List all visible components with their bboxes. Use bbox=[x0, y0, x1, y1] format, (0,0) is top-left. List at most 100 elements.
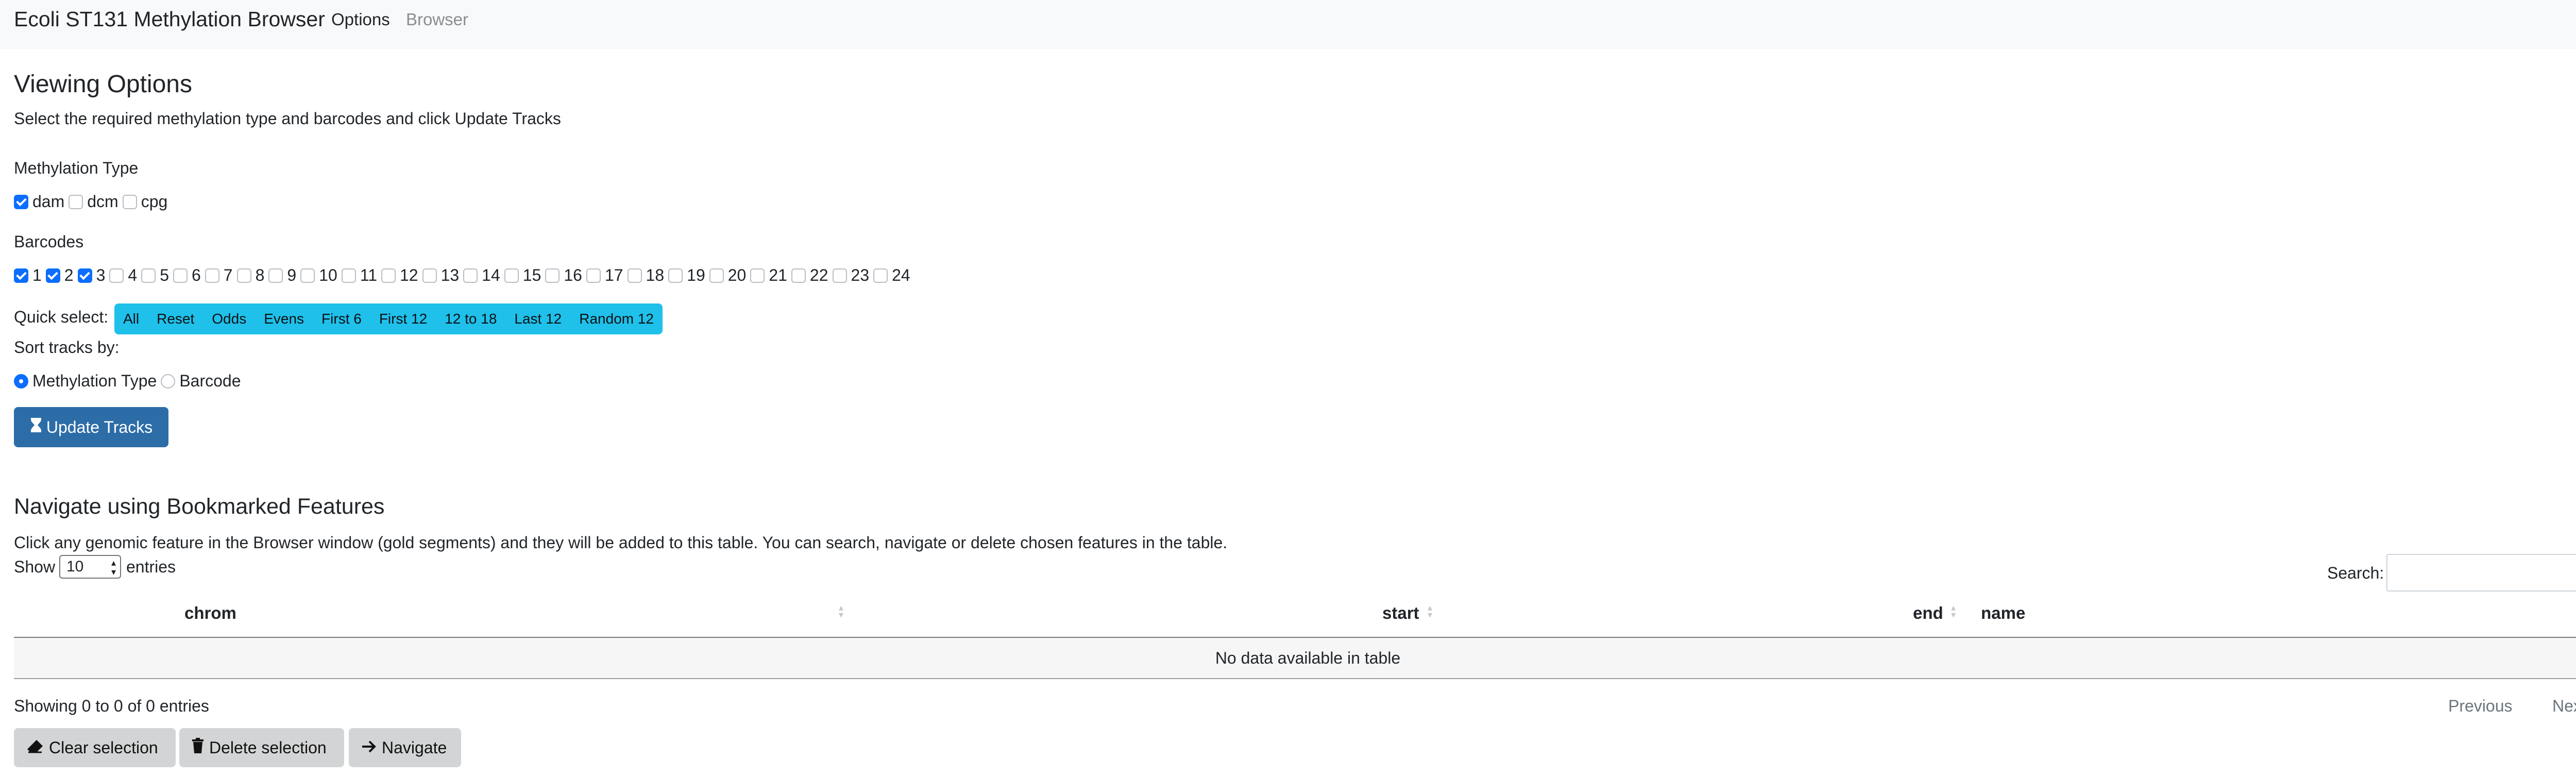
quick-select-first-6-button[interactable]: First 6 bbox=[313, 303, 370, 334]
previous-page-button[interactable]: Previous bbox=[2448, 697, 2513, 716]
viewing-options-title: Viewing Options bbox=[14, 71, 192, 98]
barcode-checkbox-18[interactable] bbox=[627, 268, 642, 283]
barcode-checkbox-7[interactable] bbox=[205, 268, 219, 283]
barcode-checkbox-11[interactable] bbox=[341, 268, 356, 283]
table-info: Showing 0 to 0 of 0 entries bbox=[14, 697, 209, 715]
entries-label: entries bbox=[126, 558, 176, 576]
barcode-checkbox-24[interactable] bbox=[873, 268, 888, 283]
update-tracks-label: Update Tracks bbox=[46, 417, 153, 436]
quick-select-random-12-button[interactable]: Random 12 bbox=[570, 303, 663, 334]
quick-select-evens-button[interactable]: Evens bbox=[255, 303, 313, 334]
barcode-checkbox-3[interactable] bbox=[77, 268, 92, 283]
search-input[interactable] bbox=[2386, 554, 2576, 592]
barcode-label-6: 6 bbox=[191, 266, 201, 284]
barcode-label-24: 24 bbox=[892, 266, 910, 284]
nav-link-options[interactable]: Options bbox=[331, 10, 390, 29]
quick-select-all-button[interactable]: All bbox=[114, 303, 148, 334]
barcode-checkbox-19[interactable] bbox=[668, 268, 683, 283]
quick-select-reset-button[interactable]: Reset bbox=[148, 303, 203, 334]
barcode-label-20: 20 bbox=[727, 266, 747, 284]
barcode-label-19: 19 bbox=[687, 266, 705, 284]
barcode-label-15: 15 bbox=[522, 266, 541, 284]
sort-tracks-group: Methylation Type Barcode bbox=[14, 371, 245, 391]
update-tracks-button[interactable]: Update Tracks bbox=[14, 407, 168, 447]
page-size-select[interactable]: 10 ▴ ▾ bbox=[59, 555, 121, 579]
methylation-dcm-checkbox[interactable] bbox=[69, 194, 83, 209]
column-header-end[interactable]: end bbox=[1913, 603, 1943, 623]
barcode-checkbox-16[interactable] bbox=[545, 268, 560, 283]
methylation-dcm-label: dcm bbox=[87, 192, 118, 211]
barcode-checkbox-8[interactable] bbox=[236, 268, 251, 283]
navbar: Ecoli ST131 Methylation Browser Options … bbox=[0, 0, 2576, 49]
barcode-checkbox-12[interactable] bbox=[381, 268, 396, 283]
barcode-checkbox-6[interactable] bbox=[173, 268, 188, 283]
barcode-label-9: 9 bbox=[287, 266, 297, 284]
quick-select-first-12-button[interactable]: First 12 bbox=[370, 303, 436, 334]
delete-selection-label: Delete selection bbox=[209, 738, 327, 757]
barcode-checkbox-5[interactable] bbox=[141, 268, 156, 283]
column-header-name[interactable]: name bbox=[1981, 603, 2025, 623]
hourglass-icon bbox=[30, 417, 42, 437]
sort-icon: ▴ ▾ bbox=[839, 602, 844, 620]
barcode-checkbox-4[interactable] bbox=[109, 268, 124, 283]
sort-barcode-label: Barcode bbox=[179, 371, 241, 390]
barcode-label-17: 17 bbox=[604, 266, 623, 284]
clear-selection-label: Clear selection bbox=[49, 738, 158, 757]
barcode-label-5: 5 bbox=[160, 266, 169, 284]
barcode-label-4: 4 bbox=[128, 266, 138, 284]
methylation-dam-checkbox[interactable] bbox=[14, 194, 28, 209]
navbar-brand[interactable]: Ecoli ST131 Methylation Browser bbox=[14, 7, 325, 31]
barcode-checkbox-15[interactable] bbox=[504, 268, 519, 283]
bookmarks-title: Navigate using Bookmarked Features bbox=[14, 494, 385, 519]
search-label: Search: bbox=[2327, 564, 2384, 582]
show-label: Show bbox=[14, 558, 56, 576]
navigate-button[interactable]: Navigate bbox=[349, 728, 461, 767]
table-empty-text: No data available in table bbox=[1215, 648, 1401, 667]
barcode-label-7: 7 bbox=[223, 266, 233, 284]
barcode-checkbox-17[interactable] bbox=[586, 268, 601, 283]
barcode-label-18: 18 bbox=[646, 266, 665, 284]
barcode-checkbox-2[interactable] bbox=[45, 268, 60, 283]
barcode-checkbox-23[interactable] bbox=[832, 268, 847, 283]
barcode-label-8: 8 bbox=[255, 266, 265, 284]
barcode-label-1: 1 bbox=[32, 266, 42, 284]
select-arrows-icon: ▴ ▾ bbox=[111, 558, 116, 577]
quick-select-last-12-button[interactable]: Last 12 bbox=[505, 303, 570, 334]
barcode-checkbox-21[interactable] bbox=[750, 268, 765, 283]
barcode-label-14: 14 bbox=[482, 266, 500, 284]
barcode-checkbox-10[interactable] bbox=[300, 268, 315, 283]
table-empty-row: No data available in table bbox=[14, 638, 2576, 679]
barcode-checkbox-14[interactable] bbox=[463, 268, 478, 283]
column-header-start[interactable]: start bbox=[1382, 603, 1419, 623]
methylation-dam-label: dam bbox=[32, 192, 65, 211]
sort-barcode-radio[interactable] bbox=[161, 374, 176, 388]
methylation-type-group: dam dcm cpg bbox=[14, 192, 172, 211]
column-header-chrom[interactable]: chrom bbox=[184, 603, 236, 623]
quick-select-odds-button[interactable]: Odds bbox=[203, 303, 255, 334]
delete-selection-button[interactable]: Delete selection bbox=[179, 728, 344, 767]
barcode-label-16: 16 bbox=[564, 266, 582, 284]
sort-methylation-radio[interactable] bbox=[14, 374, 28, 388]
barcode-label-21: 21 bbox=[769, 266, 787, 284]
quick-select-label: Quick select: bbox=[14, 308, 109, 326]
sort-icon: ▴ ▾ bbox=[1951, 602, 1956, 620]
quick-select-12-to-18-button[interactable]: 12 to 18 bbox=[436, 303, 505, 334]
next-page-button[interactable]: Next bbox=[2552, 697, 2576, 716]
barcode-label-10: 10 bbox=[319, 266, 337, 284]
methylation-cpg-checkbox[interactable] bbox=[122, 194, 137, 209]
barcode-checkbox-22[interactable] bbox=[791, 268, 806, 283]
barcode-checkbox-9[interactable] bbox=[268, 268, 283, 283]
barcode-label-13: 13 bbox=[440, 266, 460, 284]
sort-methylation-label: Methylation Type bbox=[32, 371, 157, 390]
barcode-label-3: 3 bbox=[96, 266, 106, 284]
barcodes-label: Barcodes bbox=[14, 232, 84, 251]
barcode-label-23: 23 bbox=[851, 266, 870, 284]
barcode-checkbox-13[interactable] bbox=[422, 268, 437, 283]
barcode-label-12: 12 bbox=[399, 266, 418, 284]
barcode-checkbox-20[interactable] bbox=[709, 268, 724, 283]
barcode-checkbox-1[interactable] bbox=[14, 268, 28, 283]
barcode-label-11: 11 bbox=[360, 266, 377, 284]
clear-selection-button[interactable]: Clear selection bbox=[14, 728, 176, 767]
nav-link-browser[interactable]: Browser bbox=[406, 10, 468, 29]
quick-select-button-group: All Reset Odds Evens First 6 First 12 12 to 18… bbox=[114, 303, 663, 334]
